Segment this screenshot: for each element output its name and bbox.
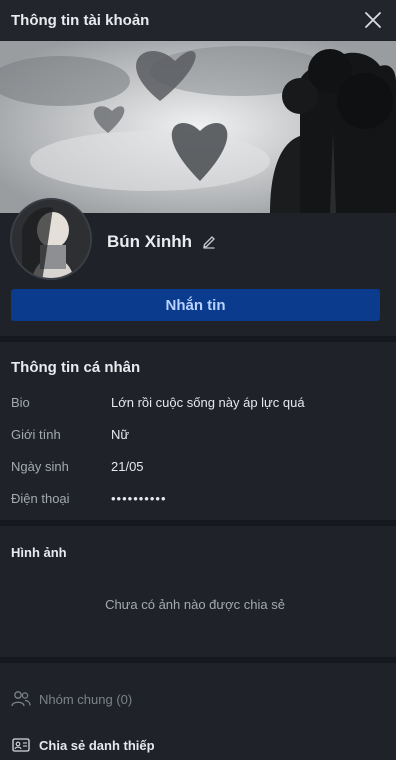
header: Thông tin tài khoản bbox=[0, 0, 396, 40]
common-groups-item[interactable]: Nhóm chung (0) bbox=[11, 689, 132, 709]
profile-row: Bún Xinhh bbox=[0, 198, 396, 282]
profile-name: Bún Xinhh bbox=[107, 232, 192, 251]
info-value: •••••••••• bbox=[111, 491, 167, 506]
info-value: Lớn rồi cuộc sống này áp lực quá bbox=[111, 395, 305, 410]
contact-card-icon bbox=[11, 735, 31, 755]
divider bbox=[0, 657, 396, 663]
header-title: Thông tin tài khoản bbox=[11, 11, 150, 29]
personal-info-title: Thông tin cá nhân bbox=[11, 359, 141, 376]
users-icon bbox=[11, 689, 31, 709]
info-label: Giới tính bbox=[11, 427, 61, 442]
info-value: Nữ bbox=[111, 427, 130, 442]
info-row-bio: Bio Lớn rồi cuộc sống này áp lực quá bbox=[11, 395, 381, 410]
photos-title: Hình ảnh bbox=[11, 545, 67, 560]
share-card-label: Chia sẻ danh thiếp bbox=[39, 737, 155, 753]
divider bbox=[0, 336, 396, 342]
divider bbox=[0, 520, 396, 526]
close-icon[interactable] bbox=[362, 9, 384, 31]
info-row-birthday: Ngày sinh 21/05 bbox=[11, 459, 381, 474]
info-label: Điện thoại bbox=[11, 491, 70, 506]
common-groups-label: Nhóm chung (0) bbox=[39, 691, 133, 707]
pencil-icon[interactable] bbox=[201, 234, 217, 250]
photos-empty-text: Chưa có ảnh nào được chia sẻ bbox=[105, 597, 285, 612]
info-value: 21/05 bbox=[111, 459, 144, 474]
cover-photo bbox=[0, 41, 396, 213]
info-label: Bio bbox=[11, 395, 30, 410]
info-row-phone: Điện thoại •••••••••• bbox=[11, 491, 381, 506]
share-card-item[interactable]: Chia sẻ danh thiếp bbox=[11, 735, 155, 755]
message-button[interactable]: Nhắn tin bbox=[11, 289, 380, 321]
info-row-gender: Giới tính Nữ bbox=[11, 427, 381, 442]
info-label: Ngày sinh bbox=[11, 459, 69, 474]
avatar[interactable] bbox=[10, 198, 92, 280]
